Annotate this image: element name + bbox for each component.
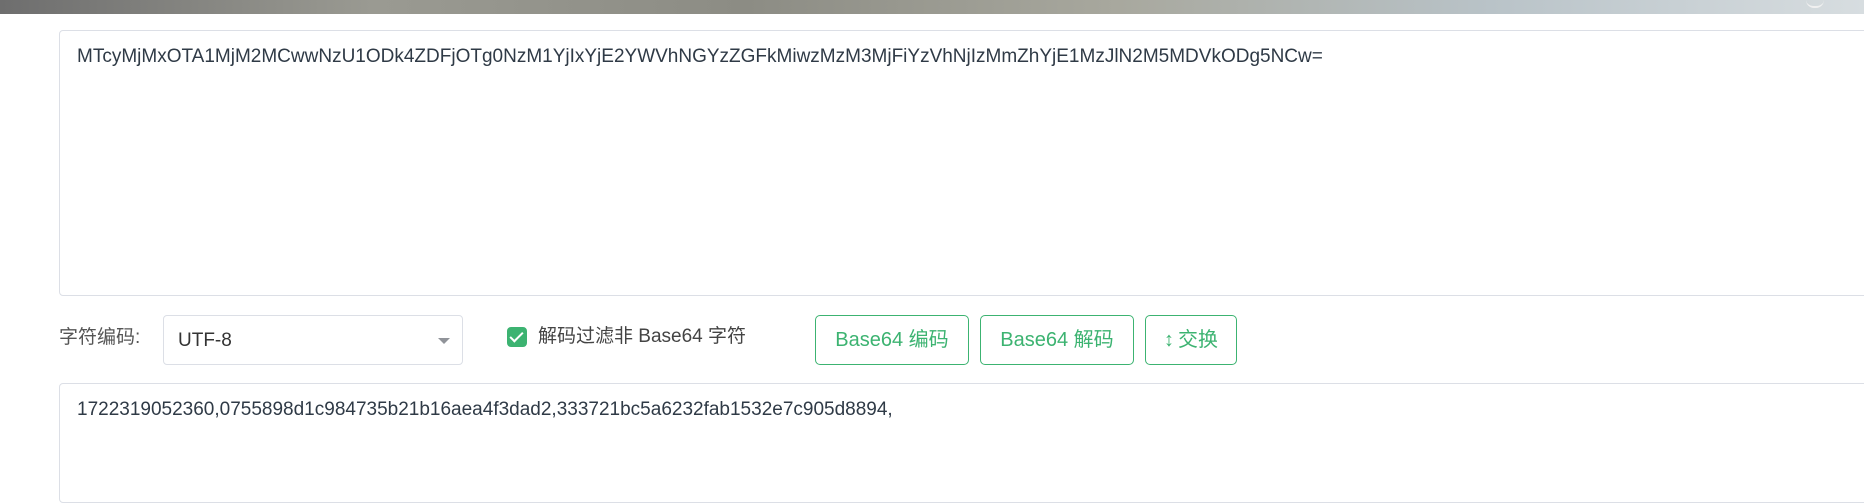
swap-button-label: 交换 [1178, 329, 1218, 351]
window-top-strip [0, 0, 1864, 14]
filter-non-base64-checkbox[interactable] [507, 327, 527, 347]
charset-select[interactable]: UTF-8 [163, 315, 463, 365]
corner-mark-icon [1806, 0, 1824, 8]
checkmark-icon [509, 328, 524, 343]
swap-icon: ↕ [1164, 329, 1174, 351]
base64-encode-button[interactable]: Base64 编码 [815, 315, 969, 365]
chevron-down-icon [438, 338, 450, 344]
swap-button[interactable]: ↕ 交换 [1145, 315, 1237, 365]
base64-input-textarea[interactable]: MTcyMjMxOTA1MjM2MCwwNzU1ODk4ZDFjOTg0NzM1… [59, 30, 1864, 296]
base64-decode-button[interactable]: Base64 解码 [980, 315, 1134, 365]
base64-output-textarea[interactable]: 1722319052360,0755898d1c984735b21b16aea4… [59, 383, 1864, 503]
charset-label: 字符编码: [59, 327, 141, 348]
charset-select-value: UTF-8 [178, 330, 232, 351]
filter-non-base64-label[interactable]: 解码过滤非 Base64 字符 [538, 325, 746, 349]
